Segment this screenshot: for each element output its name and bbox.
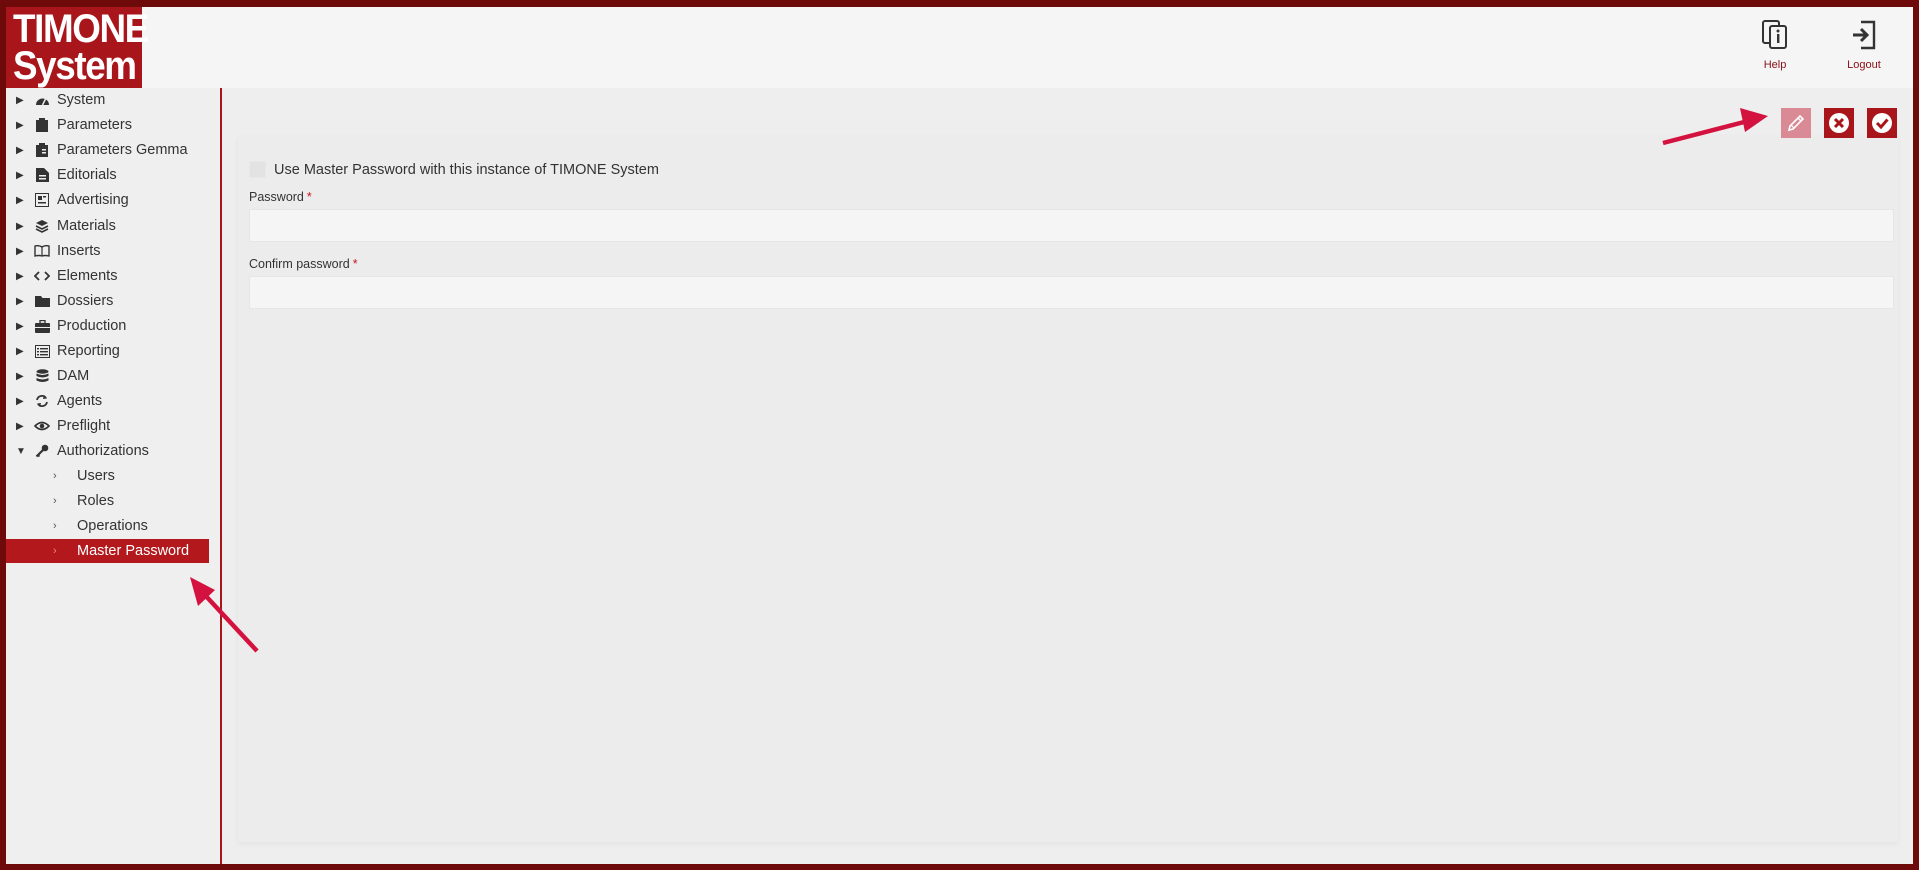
annotation-arrow-edit: [1662, 108, 1768, 146]
annotation-overlay: [190, 108, 1768, 653]
app-frame: TIMONE System Help Logout ▶ System ▶ Par…: [6, 7, 1913, 864]
annotation-arrow-master-password: [190, 577, 259, 653]
